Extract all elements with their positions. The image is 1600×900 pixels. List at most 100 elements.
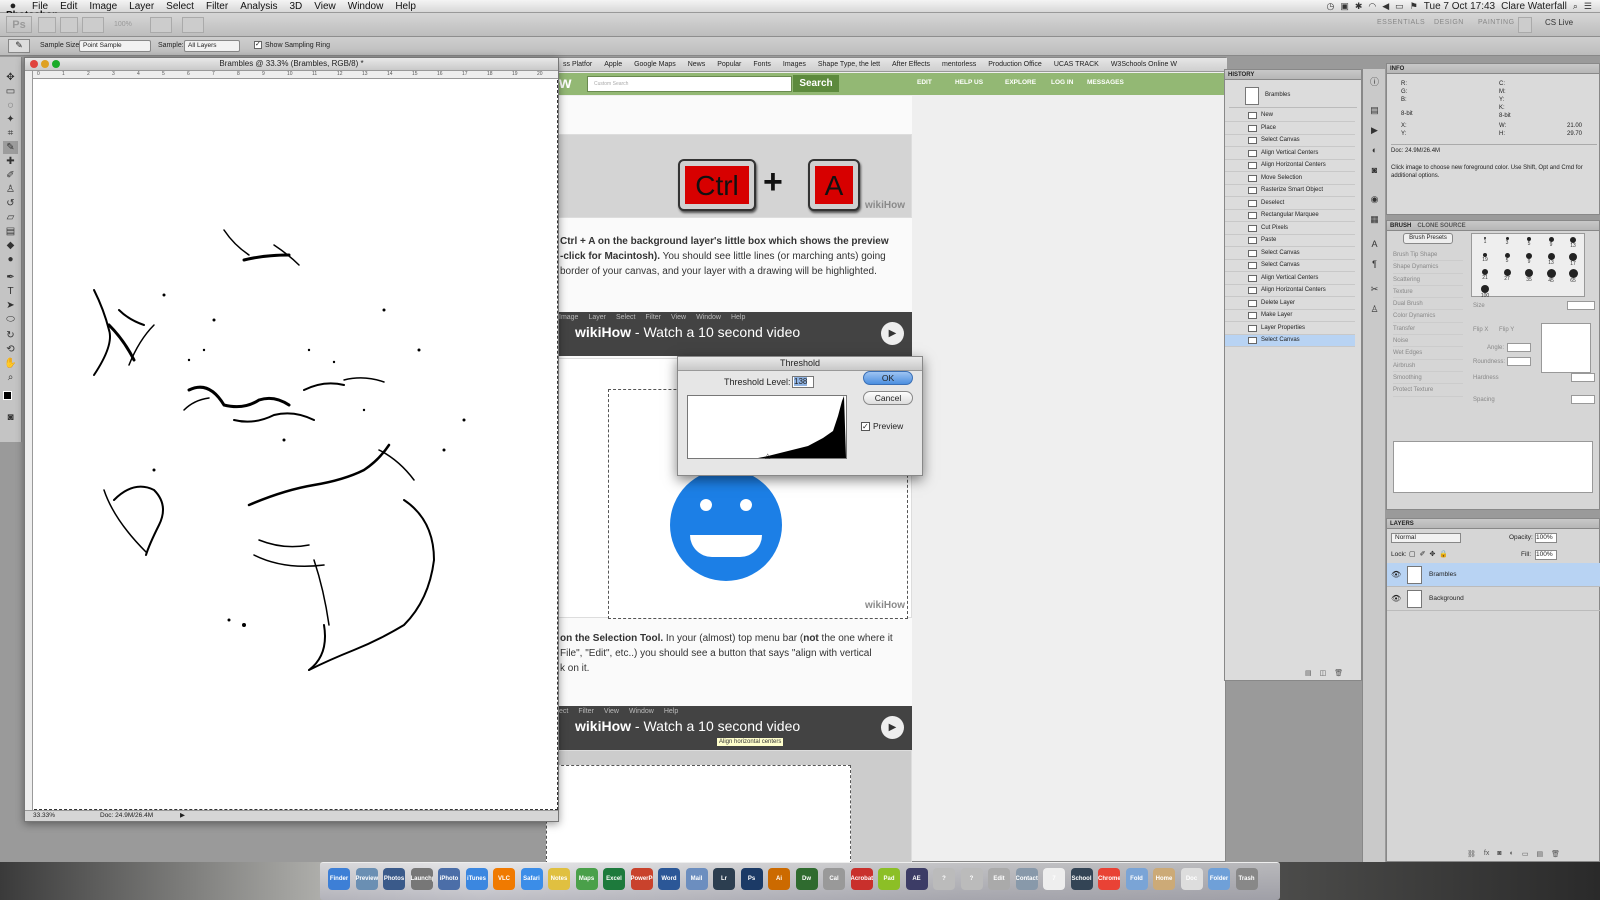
brush-size-input[interactable] bbox=[1567, 301, 1595, 310]
3d-orbit-icon[interactable]: ⟲ bbox=[3, 343, 18, 356]
workspace-painting[interactable]: PAINTING bbox=[1478, 19, 1515, 26]
dock-app-icon[interactable]: Edit bbox=[988, 868, 1010, 890]
brush-option[interactable]: Texture bbox=[1393, 286, 1463, 299]
nav-messages[interactable]: MESSAGES bbox=[1087, 79, 1124, 86]
status-menu-arrow-icon[interactable]: ▶ bbox=[180, 811, 185, 819]
workspace-design[interactable]: DESIGN bbox=[1434, 19, 1464, 26]
layers-panel-title[interactable]: LAYERS bbox=[1387, 519, 1599, 529]
brush-tip[interactable]: 35 bbox=[1520, 268, 1538, 284]
color-panel-icon[interactable]: ◉ bbox=[1368, 194, 1381, 205]
zoom-level[interactable]: 100% bbox=[114, 21, 132, 28]
brush-tip[interactable]: 1 bbox=[1476, 236, 1494, 252]
zoom-percentage[interactable]: 33.33% bbox=[33, 812, 55, 819]
dock-app-icon[interactable]: AE bbox=[905, 868, 928, 890]
layer-row[interactable]: 👁 Brambles bbox=[1387, 563, 1600, 587]
bridge-button[interactable] bbox=[38, 17, 56, 33]
brush-option[interactable]: Dual Brush bbox=[1393, 298, 1463, 311]
bookmark-item[interactable]: W3Schools Online W bbox=[1105, 61, 1183, 68]
dock-app-icon[interactable]: Cal bbox=[823, 868, 845, 890]
history-item[interactable]: Layer Properties bbox=[1225, 323, 1355, 335]
lock-position-icon[interactable]: ✥ bbox=[1430, 550, 1436, 558]
flip-y-label[interactable]: Flip Y bbox=[1499, 327, 1514, 333]
brush-option[interactable]: Airbrush bbox=[1393, 360, 1463, 372]
cs-live-button[interactable]: CS Live bbox=[1545, 18, 1573, 27]
visibility-eye-icon[interactable]: 👁 bbox=[1391, 594, 1401, 603]
preview-option[interactable]: ✓ Preview bbox=[861, 421, 903, 431]
history-item[interactable]: Deselect bbox=[1225, 198, 1355, 210]
dock-app-icon[interactable]: Fold bbox=[1125, 868, 1148, 890]
dock-app-icon[interactable]: Doc bbox=[1180, 868, 1203, 890]
brush-option[interactable]: Transfer bbox=[1393, 323, 1463, 336]
bookmark-item[interactable]: After Effects bbox=[886, 61, 936, 68]
quick-mask-icon[interactable]: ◙ bbox=[3, 411, 18, 424]
video-play-icon[interactable]: ▶ bbox=[881, 716, 904, 739]
brush-tip[interactable]: 3 bbox=[1498, 236, 1516, 252]
opacity-input[interactable]: 100% bbox=[1535, 533, 1557, 543]
dock-app-icon[interactable]: Trash bbox=[1235, 868, 1258, 890]
eyedropper-tool-preset-icon[interactable]: ✎ bbox=[8, 39, 30, 53]
dock-app-icon[interactable]: Pad bbox=[878, 868, 900, 890]
3d-rotate-icon[interactable]: ↻ bbox=[3, 329, 18, 342]
threshold-level-input[interactable]: 138 bbox=[792, 376, 814, 388]
new-layer-icon[interactable]: ▤ bbox=[1536, 850, 1543, 858]
top-ruler[interactable]: 0 1 2 3 4 5 6 7 8 9 10 11 12 13 14 15 16 17 18 19 20 bbox=[33, 71, 558, 79]
history-item[interactable]: Delete Layer bbox=[1225, 298, 1355, 310]
masks-panel-icon[interactable]: ◙ bbox=[1368, 165, 1381, 176]
brush-option[interactable]: Scattering bbox=[1393, 274, 1463, 286]
marquee-tool-icon[interactable]: ▭ bbox=[3, 85, 18, 98]
dock-app-icon[interactable]: Word bbox=[658, 868, 680, 890]
delete-layer-icon[interactable]: 🗑 bbox=[1551, 850, 1560, 858]
type-tool-icon[interactable]: T bbox=[3, 285, 18, 298]
threshold-slider-handle-icon[interactable]: △ bbox=[765, 452, 770, 460]
menu-select[interactable]: Select bbox=[160, 1, 200, 12]
history-brush-icon[interactable]: ↺ bbox=[3, 197, 18, 210]
bookmark-item[interactable]: Fonts bbox=[747, 61, 777, 68]
lock-transparent-icon[interactable]: ▢ bbox=[1409, 550, 1416, 558]
trash-icon[interactable]: 🗑 bbox=[1334, 669, 1343, 677]
menu-image[interactable]: Image bbox=[83, 1, 123, 12]
menu-3d[interactable]: 3D bbox=[283, 1, 308, 12]
arrange-documents-button[interactable] bbox=[150, 17, 172, 33]
history-item[interactable]: Align Horizontal Centers bbox=[1225, 160, 1355, 172]
wikihow-logo[interactable]: w bbox=[559, 75, 571, 93]
brush-tip[interactable]: 5 bbox=[1498, 252, 1516, 268]
bookmark-item[interactable]: Shape Type, the lett bbox=[812, 61, 886, 68]
dock-app-icon[interactable]: VLC bbox=[493, 868, 515, 890]
dock-app-icon[interactable]: Photos bbox=[383, 868, 405, 890]
bluetooth-icon[interactable]: ✱ bbox=[1355, 1, 1363, 12]
bookmark-item[interactable]: Images bbox=[777, 61, 812, 68]
sampling-ring-checkbox[interactable]: ✓ bbox=[254, 41, 262, 49]
flip-x-label[interactable]: Flip X bbox=[1473, 327, 1488, 333]
wifi-icon[interactable]: ◠ bbox=[1368, 1, 1376, 12]
actions-panel-icon[interactable]: ▶ bbox=[1368, 125, 1381, 136]
quick-select-tool-icon[interactable]: ✦ bbox=[3, 113, 18, 126]
blur-tool-icon[interactable]: ◆ bbox=[3, 239, 18, 252]
paragraph-panel-icon[interactable]: ¶ bbox=[1368, 259, 1381, 270]
dock-app-icon[interactable]: Safari bbox=[520, 868, 543, 890]
new-document-icon[interactable]: ▤ bbox=[1305, 669, 1312, 677]
dock-app-icon[interactable]: PowerPoint bbox=[630, 868, 653, 890]
foreground-color-swatch[interactable] bbox=[3, 391, 12, 400]
video-bar-2[interactable]: ect Filter View Window Help wikiHow - Watch … bbox=[557, 706, 912, 750]
display-icon[interactable]: ▣ bbox=[1340, 1, 1349, 12]
hardness-input[interactable] bbox=[1571, 373, 1595, 382]
history-item[interactable]: New bbox=[1225, 110, 1355, 122]
brush-option[interactable]: Shape Dynamics bbox=[1393, 261, 1463, 274]
dock-app-icon[interactable]: Maps bbox=[575, 868, 598, 890]
history-item[interactable]: Align Vertical Centers bbox=[1225, 273, 1355, 285]
brush-tip[interactable]: 21 bbox=[1476, 268, 1494, 284]
hand-tool-icon[interactable]: ✋ bbox=[3, 357, 18, 370]
history-item[interactable]: Align Vertical Centers bbox=[1225, 148, 1355, 160]
menu-filter[interactable]: Filter bbox=[200, 1, 234, 12]
menu-help[interactable]: Help bbox=[389, 1, 422, 12]
history-snapshot[interactable]: Brambles bbox=[1229, 84, 1357, 108]
menu-window[interactable]: Window bbox=[342, 1, 390, 12]
add-mask-icon[interactable]: ◙ bbox=[1497, 850, 1501, 858]
menubar-user[interactable]: Clare Waterfall bbox=[1501, 1, 1567, 12]
view-extras-button[interactable] bbox=[82, 17, 104, 33]
menu-edit[interactable]: Edit bbox=[54, 1, 83, 12]
brush-tip[interactable]: 17 bbox=[1564, 252, 1582, 268]
brush-option[interactable]: Noise bbox=[1393, 335, 1463, 348]
roundness-input[interactable] bbox=[1507, 357, 1531, 366]
battery-icon[interactable]: ▭ bbox=[1395, 1, 1404, 12]
